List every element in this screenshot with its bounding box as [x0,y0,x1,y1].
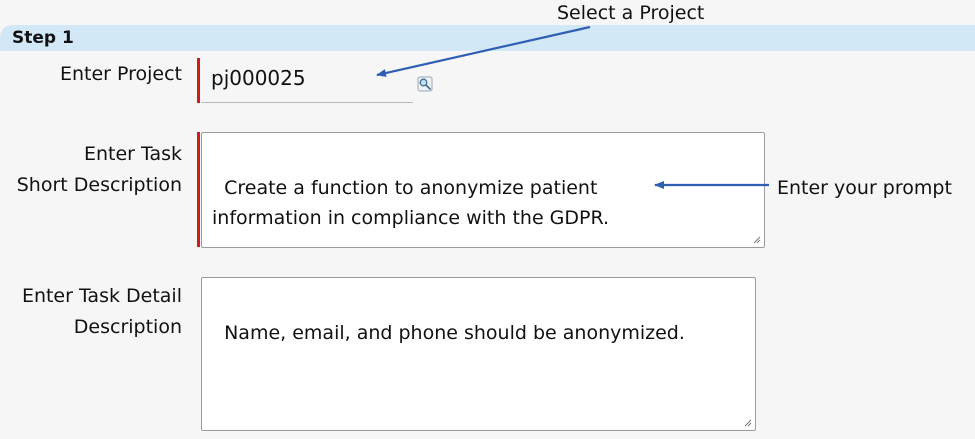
select-project-arrow [376,25,591,77]
annotation-arrows [376,25,769,189]
